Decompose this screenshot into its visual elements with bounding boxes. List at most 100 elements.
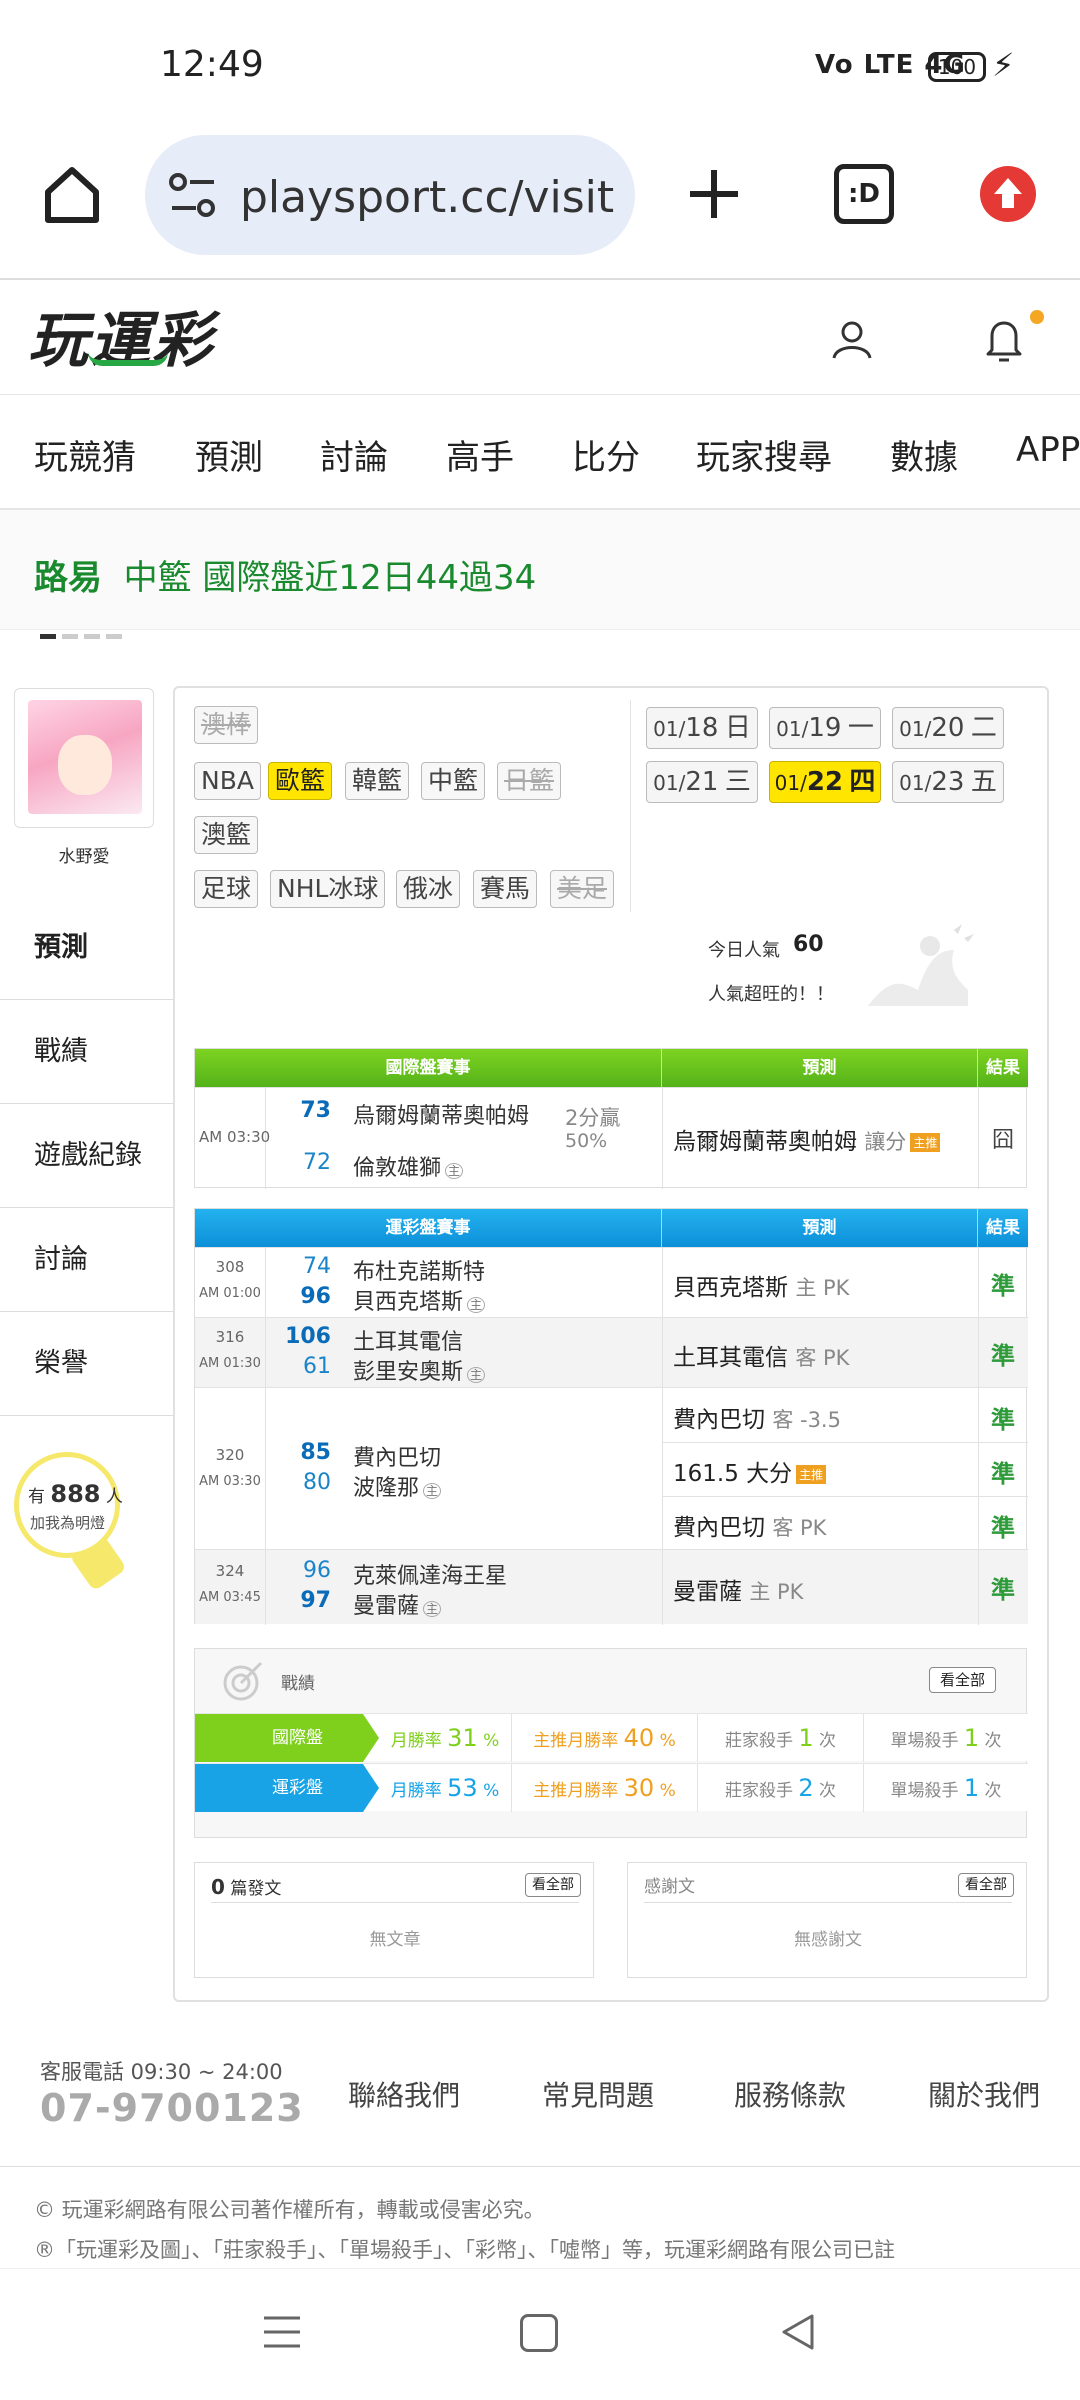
date-weekday: 五 (970, 767, 997, 797)
date-0118[interactable]: 01/18 日 (646, 707, 758, 749)
nav-guess[interactable]: 玩競猜 (34, 430, 136, 479)
sport-nba[interactable]: NBA (194, 762, 261, 800)
sport-horse-racing[interactable]: 賽馬 (473, 870, 538, 908)
popularity-value: 60 (793, 932, 824, 957)
menu-record[interactable]: 戰績 (0, 1000, 173, 1104)
date-0119[interactable]: 01/19 一 (769, 707, 881, 749)
stat-label: 莊家殺手 (724, 1731, 793, 1751)
tabs-icon[interactable]: :D (834, 164, 894, 224)
sport-nhl[interactable]: NHL冰球 (270, 870, 386, 908)
intl-col-pick: 預測 (662, 1049, 978, 1087)
site-settings-icon[interactable] (168, 172, 218, 218)
home-score: 97 (300, 1588, 331, 1613)
footer-about-link[interactable]: 關於我們 (928, 2074, 1040, 2114)
nav-scores[interactable]: 比分 (572, 430, 640, 479)
marquee-pager (40, 624, 128, 643)
sport-china-basketball[interactable]: 中籃 (421, 762, 486, 800)
result-hit: 準 (991, 1406, 1015, 1434)
record-row-intl: 國際盤 月勝率 31 % 主推月勝率 40 % 莊家殺手 1 次 單場殺手 1 … (195, 1713, 1028, 1762)
pick-text: 費內巴切 客 -3.5 (673, 1400, 841, 1434)
date-0123[interactable]: 01/23 五 (892, 761, 1004, 803)
support-phone[interactable]: 07-9700123 (40, 2086, 304, 2130)
intl-table-header: 國際盤賽事 預測 結果 (195, 1049, 1028, 1087)
pick-total: 161.5 大分 (673, 1461, 793, 1487)
sport-korea-basketball[interactable]: 韓籃 (345, 762, 410, 800)
pick-type: 客 PK (772, 1516, 827, 1540)
home-team[interactable]: 倫敦雄獅主 (353, 1150, 464, 1182)
url-text[interactable]: playsport.cc/visit (240, 172, 620, 223)
away-team[interactable]: 布杜克諾斯特 (353, 1254, 485, 1286)
table-row: AM 03:30 73 烏爾姆蘭蒂奧帕姆 72 倫敦雄獅主 2分贏 50% 烏爾… (195, 1087, 1028, 1189)
sport-soccer[interactable]: 足球 (194, 870, 259, 908)
away-team[interactable]: 費內巴切 (353, 1440, 441, 1472)
pick-text: 土耳其電信 客 PK (673, 1338, 849, 1372)
date-0122[interactable]: 01/22 四 (769, 761, 881, 803)
marquee-text[interactable]: 路易 中籃 國際盤近12日44過34 (34, 550, 536, 599)
record-label: 國際盤 (195, 1714, 363, 1762)
home-team[interactable]: 貝西克塔斯主 (353, 1284, 486, 1316)
menu-discuss[interactable]: 討論 (0, 1208, 173, 1312)
home-team[interactable]: 波隆那主 (353, 1470, 442, 1502)
home-score: 96 (300, 1284, 331, 1309)
record-title: 戰績 (281, 1674, 315, 1694)
update-icon[interactable] (980, 166, 1036, 222)
menu-honor[interactable]: 榮譽 (0, 1312, 173, 1416)
nav-player-search[interactable]: 玩家搜尋 (696, 430, 832, 479)
pick-text: 烏爾姆蘭蒂奧帕姆 讓分 主推 (673, 1122, 941, 1156)
home-marker: 主 (467, 1297, 486, 1313)
stat-unit: % (659, 1731, 676, 1751)
fans-prefix: 有 (28, 1487, 45, 1507)
footer-terms-link[interactable]: 服務條款 (734, 2074, 846, 2114)
lottery-col-match: 運彩盤賽事 (195, 1209, 662, 1247)
articles-empty: 無文章 (369, 1930, 421, 1950)
main-pick-tag: 主推 (796, 1465, 827, 1484)
user-icon[interactable] (830, 318, 874, 362)
stat-unit: % (659, 1781, 676, 1801)
footer-contact-link[interactable]: 聯絡我們 (348, 2074, 460, 2114)
bell-icon[interactable] (982, 316, 1026, 364)
nav-app[interactable]: APP (1016, 430, 1080, 470)
result-hit: 準 (991, 1460, 1015, 1488)
recent-apps-icon[interactable] (262, 2314, 302, 2350)
date-day: 23 (931, 767, 965, 797)
home-team[interactable]: 曼雷薩主 (353, 1588, 442, 1620)
menu-game-log[interactable]: 遊戲紀錄 (0, 1104, 173, 1208)
sport-euro-basketball[interactable]: 歐籃 (268, 762, 333, 800)
nav-data[interactable]: 數據 (890, 430, 958, 479)
status-time: 12:49 (160, 44, 264, 85)
date-weekday: 三 (724, 767, 751, 797)
nav-experts[interactable]: 高手 (446, 430, 514, 479)
fans-note[interactable]: 加我為明燈 (30, 1512, 105, 1533)
nav-discuss[interactable]: 討論 (320, 430, 388, 479)
sport-american-football: 美足 (550, 870, 615, 908)
footer-faq-link[interactable]: 常見問題 (542, 2074, 654, 2114)
articles-see-all-button[interactable]: 看全部 (525, 1873, 581, 1897)
home-team-name: 貝西克塔斯 (353, 1290, 464, 1315)
table-row: 320 AM 03:30 85 費內巴切 80 波隆那主 費內巴切 客 -3.5… (195, 1387, 1028, 1550)
away-team[interactable]: 土耳其電信 (353, 1324, 463, 1356)
home-marker: 主 (467, 1367, 486, 1383)
new-tab-icon[interactable] (686, 166, 742, 222)
away-team[interactable]: 烏爾姆蘭蒂奧帕姆 (353, 1098, 529, 1130)
nav-predict[interactable]: 預測 (195, 430, 263, 479)
fans-suffix: 人 (105, 1487, 123, 1507)
home-team-name: 曼雷薩 (353, 1594, 420, 1619)
home-icon[interactable] (40, 162, 104, 226)
trademark-text: ®「玩運彩及圖」、「莊家殺手」、「單場殺手」、「彩幣」、「噓幣」等，玩運彩網路有… (34, 2238, 895, 2262)
record-see-all-button[interactable]: 看全部 (929, 1667, 997, 1693)
profile-name: 水野愛 (58, 847, 110, 867)
sport-russia-hockey[interactable]: 俄冰 (396, 870, 461, 908)
lottery-table: 運彩盤賽事 預測 結果 308 AM 01:00 74 布杜克諾斯特 96 貝西… (194, 1208, 1028, 1625)
marquee-prefix: 路易 (34, 558, 102, 598)
record-row-lottery: 運彩盤 月勝率 53 % 主推月勝率 30 % 莊家殺手 2 次 單場殺手 1 … (195, 1763, 1028, 1812)
thanks-see-all-button[interactable]: 看全部 (958, 1873, 1014, 1897)
back-icon[interactable] (778, 2312, 818, 2352)
home-button-icon[interactable] (520, 2314, 558, 2352)
date-0121[interactable]: 01/21 三 (646, 761, 758, 803)
away-team[interactable]: 克萊佩達海王星 (353, 1558, 507, 1590)
sport-aus-basketball[interactable]: 澳籃 (194, 816, 259, 854)
table-row: 316 AM 01:30 106 土耳其電信 61 彭里安奧斯主 土耳其電信 客… (195, 1317, 1028, 1388)
date-0120[interactable]: 01/20 二 (892, 707, 1004, 749)
record-arrow (363, 1714, 379, 1762)
home-team[interactable]: 彭里安奧斯主 (353, 1354, 486, 1386)
